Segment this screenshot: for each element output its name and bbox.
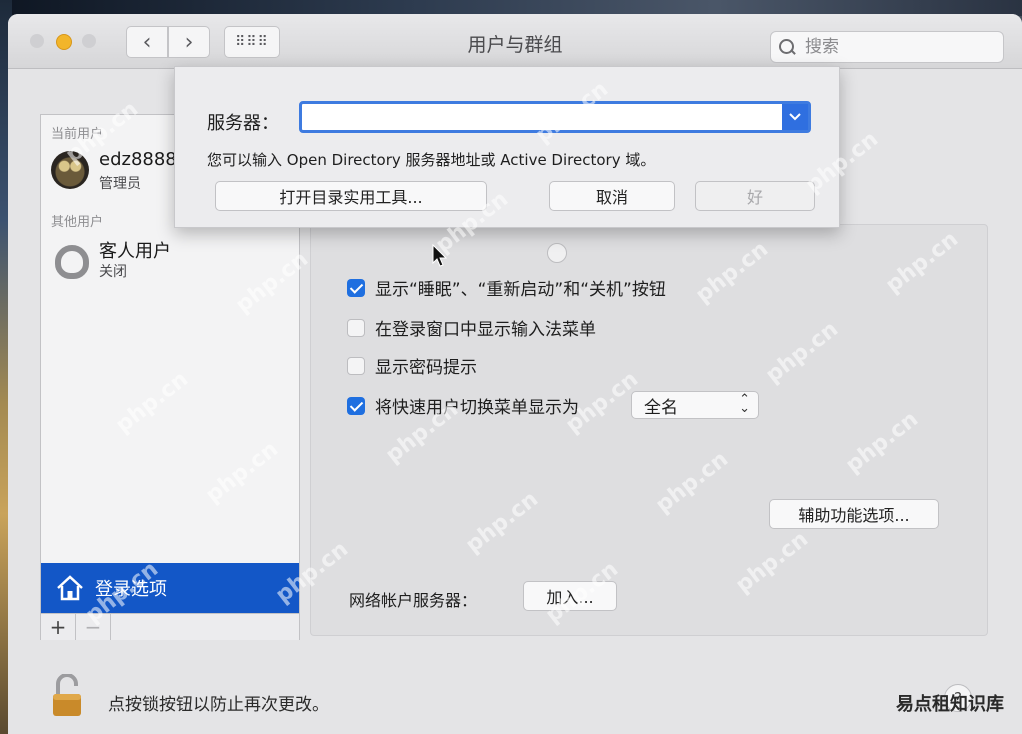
checkbox-unchecked[interactable] xyxy=(347,318,365,337)
select-value: 全名 xyxy=(644,397,678,418)
directory-server-sheet: 服务器： 您可以输入 Open Directory 服务器地址或 Active … xyxy=(174,66,840,228)
other-users-label: 其他用户 xyxy=(51,215,104,230)
option-label: 显示“睡眠”、“重新启动”和“关机”按钮 xyxy=(375,280,666,300)
login-options-label: 登录选项 xyxy=(95,579,167,600)
unlocked-padlock-icon[interactable] xyxy=(52,674,82,718)
current-user-name: edz8888 xyxy=(99,149,177,170)
ok-button[interactable]: 好 xyxy=(695,181,815,211)
option-show-password-hints[interactable]: 显示密码提示 xyxy=(347,353,477,378)
server-label: 服务器： xyxy=(207,113,279,134)
cancel-button[interactable]: 取消 xyxy=(549,181,675,211)
checkbox-checked[interactable] xyxy=(347,396,365,415)
checkbox-checked[interactable] xyxy=(347,278,365,297)
owl-avatar-icon xyxy=(51,151,89,189)
option-label: 在登录窗口中显示输入法菜单 xyxy=(375,320,596,340)
guest-user-icon xyxy=(55,245,89,279)
current-user-role: 管理员 xyxy=(99,176,141,192)
guest-user-status: 关闭 xyxy=(99,264,127,280)
user-row-guest[interactable]: 客人用户 关闭 xyxy=(41,233,299,287)
option-show-sleep-restart[interactable]: 显示“睡眠”、“重新启动”和“关机”按钮 xyxy=(347,275,666,300)
server-combobox[interactable] xyxy=(299,101,811,133)
server-input[interactable] xyxy=(308,104,782,130)
guest-user-name: 客人用户 xyxy=(99,241,171,262)
search-field[interactable] xyxy=(770,31,1004,63)
option-label: 将快速用户切换菜单显示为 xyxy=(375,398,579,418)
lock-hint-text: 点按锁按钮以防止再次更改。 xyxy=(108,695,329,715)
current-users-label: 当前用户 xyxy=(51,127,104,142)
option-fast-user-switching[interactable]: 将快速用户切换菜单显示为 xyxy=(347,393,579,418)
option-label: 显示密码提示 xyxy=(375,358,477,378)
login-options-panel: 显示“睡眠”、“重新启动”和“关机”按钮 在登录窗口中显示输入法菜单 显示密码提… xyxy=(310,224,988,636)
sidebar-item-login-options[interactable]: 登录选项 xyxy=(41,563,299,613)
search-icon xyxy=(779,39,795,55)
search-input[interactable] xyxy=(803,36,997,58)
option-show-input-menu[interactable]: 在登录窗口中显示输入法菜单 xyxy=(347,315,596,340)
fast-user-switching-select[interactable]: 全名 ⌃ ⌄ xyxy=(631,391,759,419)
mouse-pointer-icon xyxy=(432,244,448,267)
house-icon xyxy=(57,575,83,601)
accessibility-options-button[interactable]: 辅助功能选项... xyxy=(769,499,939,529)
partial-radio-button[interactable] xyxy=(547,243,567,263)
network-account-server-label: 网络帐户服务器： xyxy=(349,591,478,610)
corner-watermark: 易点租知识库 xyxy=(896,694,1004,715)
title-bar: ‹ › ⠿⠿⠿ 用户与群组 xyxy=(8,14,1022,69)
chevron-down-icon[interactable] xyxy=(782,104,808,130)
add-user-button[interactable]: + xyxy=(41,614,76,640)
remove-user-button[interactable]: − xyxy=(76,614,111,640)
server-hint-text: 您可以输入 Open Directory 服务器地址或 Active Direc… xyxy=(207,151,656,169)
checkbox-unchecked[interactable] xyxy=(347,356,365,375)
list-tools: + − xyxy=(41,613,299,640)
updown-chevron-icon: ⌃ ⌄ xyxy=(739,392,750,416)
open-directory-utility-button[interactable]: 打开目录实用工具... xyxy=(215,181,487,211)
join-button[interactable]: 加入... xyxy=(523,581,617,611)
